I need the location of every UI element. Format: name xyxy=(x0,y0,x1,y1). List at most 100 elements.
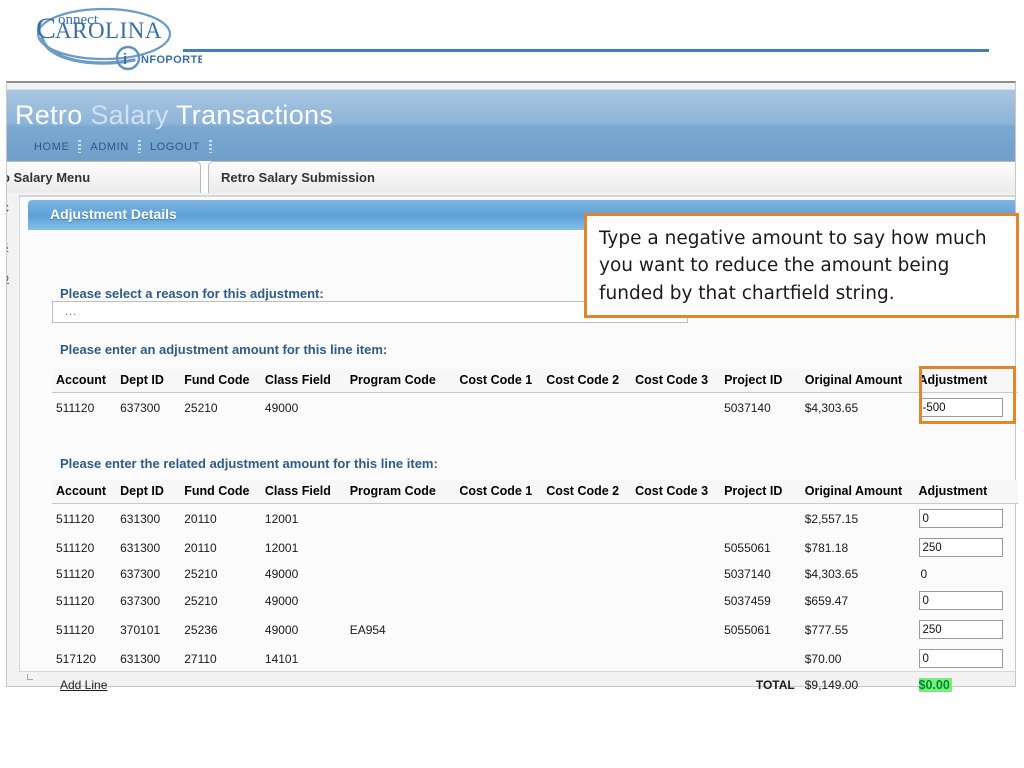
cell-adjustment xyxy=(915,533,1019,562)
header-divider-rule xyxy=(183,49,989,52)
col-header-project-id: Project ID xyxy=(720,369,801,393)
app-banner: Retro Salary Transactions HOME ADMIN LOG… xyxy=(7,89,1015,161)
cell-program-code xyxy=(346,562,456,586)
cell-fund-code: 25210 xyxy=(184,567,218,581)
cell-class-field: 49000 xyxy=(264,567,299,581)
cell-adjustment xyxy=(915,393,1019,423)
page-title-part2: Salary xyxy=(90,100,176,130)
cell-fund-code: 25210 xyxy=(184,593,218,608)
cell-cost-code-2 xyxy=(542,393,631,423)
col-header-class-field: Class Field xyxy=(260,369,346,393)
cell-account: 511120 xyxy=(56,622,95,637)
total-original-amount: $9,149.00 xyxy=(804,678,859,692)
add-line-cell: Add Line xyxy=(52,673,720,697)
table-row: 511120 637300 25210 49000 5037140 $4,303.65 0 xyxy=(52,562,1018,586)
col-header-cost-code-2: Cost Code 2 xyxy=(542,480,632,504)
total-adjustment-value: $0.00 xyxy=(918,678,952,692)
cell-account: 511120 xyxy=(56,593,95,608)
col-header-project-id: Project ID xyxy=(720,480,801,504)
tab-retro-salary-menu[interactable]: o Salary Menu xyxy=(6,161,201,193)
adjustment-input[interactable] xyxy=(918,509,1003,528)
col-header-class-field: Class Field xyxy=(260,480,346,504)
cell-account: 511120 xyxy=(56,567,95,581)
col-header-cost-code-1: Cost Code 1 xyxy=(455,480,543,504)
cell-cost-code-1 xyxy=(455,644,542,673)
tab-retro-salary-submission[interactable]: Retro Salary Submission xyxy=(208,161,1015,193)
cell-dept-id: 631300 xyxy=(120,511,161,526)
tab-label: Retro Salary Submission xyxy=(221,170,375,185)
col-header-original-amount: Original Amount xyxy=(800,369,915,393)
cell-class-field: 49000 xyxy=(264,400,299,415)
logo-graphic: C onnect AROLINA i NFOPORTE xyxy=(36,7,202,71)
cell-program-code: EA954 xyxy=(349,622,386,637)
panel-resize-grip[interactable] xyxy=(27,674,33,680)
cell-program-code xyxy=(346,533,456,562)
table-row: 511120 631300 20110 12001 5055061 $781.18 xyxy=(52,533,1018,562)
edge-link-fragment[interactable]: C xyxy=(7,203,9,215)
adjustment-input[interactable] xyxy=(918,591,1003,610)
adjustment-input[interactable] xyxy=(918,620,1003,639)
adjustment-input[interactable] xyxy=(918,398,1003,417)
cell-cost-code-2 xyxy=(542,504,631,534)
cell-account: 511120 xyxy=(56,400,95,415)
slide-root: C onnect AROLINA i NFOPORTE Retro Salary… xyxy=(0,0,1024,768)
cell-cost-code-1 xyxy=(455,533,542,562)
cell-project-id: 5037140 xyxy=(724,400,771,415)
col-header-dept-id: Dept ID xyxy=(116,369,181,393)
cell-cost-code-2 xyxy=(542,615,631,644)
adjustment-input[interactable] xyxy=(918,649,1003,668)
cell-adjustment xyxy=(915,644,1019,673)
related-table-body: 511120 631300 20110 12001 $2,557.15 511120 631… xyxy=(52,504,1018,698)
cell-original-amount: $4,303.65 xyxy=(804,400,859,415)
table-row: 511120 637300 25210 49000 5037140 $4,303.65 xyxy=(52,393,1018,423)
cell-fund-code: 20110 xyxy=(184,540,217,555)
callout-text: Type a negative amount to say how much y… xyxy=(599,228,987,304)
cell-dept-id: 370101 xyxy=(120,622,161,637)
cell-cost-code-3 xyxy=(631,504,720,534)
cell-adjustment xyxy=(915,615,1019,644)
cell-cost-code-2 xyxy=(542,562,631,586)
col-header-program-code: Program Code xyxy=(345,369,456,393)
reason-select-value: ... xyxy=(65,306,78,318)
cell-dept-id: 631300 xyxy=(120,651,161,666)
nav-item-admin[interactable]: ADMIN xyxy=(81,141,137,153)
edge-link-fragment[interactable]: D xyxy=(7,273,9,285)
cell-fund-code: 27110 xyxy=(184,651,217,666)
cell-adjustment xyxy=(915,586,1019,615)
cell-dept-id: 631300 xyxy=(120,540,161,555)
tab-bar: o Salary Menu Retro Salary Submission xyxy=(6,161,1015,193)
nav-item-home[interactable]: HOME xyxy=(25,141,78,153)
cell-cost-code-3 xyxy=(631,615,720,644)
page-title: Retro Salary Transactions xyxy=(15,100,333,131)
cell-fund-code: 20110 xyxy=(184,511,217,526)
tab-label: o Salary Menu xyxy=(6,170,91,185)
col-header-cost-code-1: Cost Code 1 xyxy=(455,369,543,393)
cell-original-amount: $659.47 xyxy=(804,593,849,608)
cell-program-code xyxy=(346,393,456,423)
cell-cost-code-1 xyxy=(455,615,542,644)
cell-project-id: 5055061 xyxy=(724,622,771,637)
callout-tooltip: Type a negative amount to say how much y… xyxy=(584,213,1019,318)
col-header-account: Account xyxy=(52,369,117,393)
col-header-dept-id: Dept ID xyxy=(116,480,181,504)
col-header-adjustment: Adjustment xyxy=(914,480,1018,504)
cell-cost-code-1 xyxy=(455,504,542,534)
cell-cost-code-3 xyxy=(631,562,720,586)
add-line-link[interactable]: Add Line xyxy=(56,678,107,692)
svg-text:C: C xyxy=(36,12,56,45)
adjustment-input[interactable] xyxy=(918,538,1003,557)
cell-cost-code-2 xyxy=(542,644,631,673)
col-header-program-code: Program Code xyxy=(345,480,456,504)
edge-link-fragment[interactable]: S xyxy=(7,241,8,253)
related-lines-table: Account Dept ID Fund Code Class Field Pr… xyxy=(52,480,1018,697)
cell-dept-id: 637300 xyxy=(120,567,161,581)
connectcarolina-infoporte-logo: C onnect AROLINA i NFOPORTE xyxy=(22,2,202,74)
cell-class-field: 12001 xyxy=(264,511,299,526)
cell-class-field: 14101 xyxy=(264,651,299,666)
table-row: 511120 637300 25210 49000 5037459 $659.47 xyxy=(52,586,1018,615)
col-header-account: Account xyxy=(52,480,117,504)
col-header-fund-code: Fund Code xyxy=(180,480,261,504)
nav-item-logout[interactable]: LOGOUT xyxy=(141,141,209,153)
page-title-part1: Retro xyxy=(15,100,91,130)
cell-program-code xyxy=(346,644,456,673)
